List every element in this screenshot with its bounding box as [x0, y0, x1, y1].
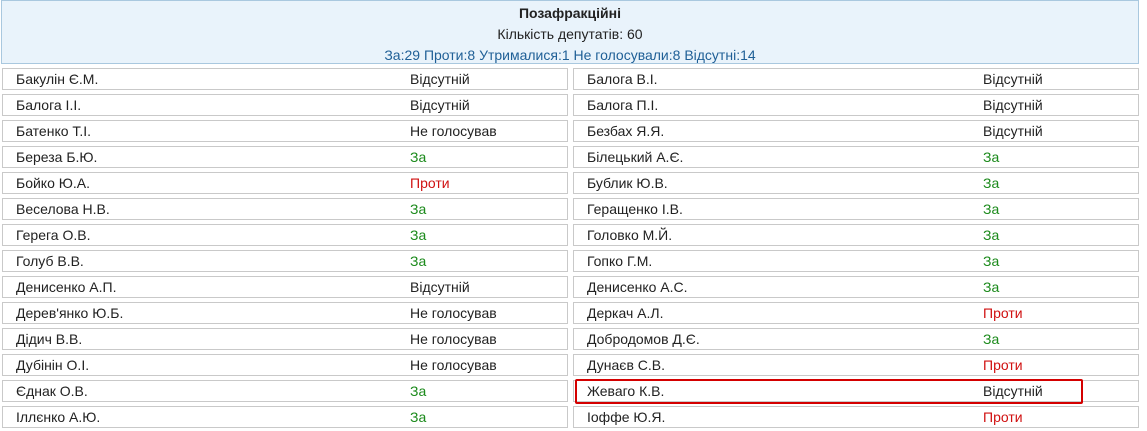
vote-summary: За:29 Проти:8 Утрималися:1 Не голосували…: [384, 47, 756, 63]
vote-status: Відсутній: [410, 71, 470, 87]
faction-title: Позафракційні: [518, 5, 622, 21]
deputy-row: Батенко Т.І. Не голосував: [2, 120, 568, 142]
vote-status: За: [410, 149, 427, 165]
deputy-row: Бублик Ю.В. За: [573, 172, 1139, 194]
deputy-name[interactable]: Герега О.В.: [16, 227, 90, 243]
vote-status: За: [983, 331, 1000, 347]
vote-status: Відсутній: [983, 97, 1043, 113]
vote-status: Не голосував: [410, 331, 497, 347]
deputy-name[interactable]: Батенко Т.І.: [16, 123, 91, 139]
vote-status: Відсутній: [983, 123, 1043, 139]
deputy-row: Береза Б.Ю. За: [2, 146, 568, 168]
deputy-name[interactable]: Денисенко А.С.: [587, 279, 688, 295]
vote-status: Проти: [983, 409, 1023, 425]
deputy-name[interactable]: Дерев'янко Ю.Б.: [16, 305, 123, 321]
deputy-row: Єднак О.В. За: [2, 380, 568, 402]
deputy-row: Дерев'янко Ю.Б. Не голосував: [2, 302, 568, 324]
vote-status: За: [983, 175, 1000, 191]
deputy-name[interactable]: Балога П.І.: [587, 97, 658, 113]
deputy-row: Деркач А.Л. Проти: [573, 302, 1139, 324]
deputy-name[interactable]: Деркач А.Л.: [587, 305, 663, 321]
faction-header: Позафракційні Кількість депутатів: 60 За…: [1, 0, 1139, 64]
vote-status: За: [983, 253, 1000, 269]
deputies-count: Кількість депутатів: 60: [497, 26, 643, 42]
vote-status: Відсутній: [410, 279, 470, 295]
deputy-name[interactable]: Веселова Н.В.: [16, 201, 110, 217]
vote-status: За: [983, 149, 1000, 165]
vote-status: За: [410, 253, 427, 269]
deputy-name[interactable]: Єднак О.В.: [16, 383, 88, 399]
vote-status: Відсутній: [410, 97, 470, 113]
deputy-name[interactable]: Дубінін О.І.: [16, 357, 89, 373]
deputy-row: Веселова Н.В. За: [2, 198, 568, 220]
deputy-name[interactable]: Бойко Ю.А.: [16, 175, 90, 191]
vote-results-page: Позафракційні Кількість депутатів: 60 За…: [0, 0, 1147, 431]
vote-status: За: [410, 227, 427, 243]
vote-status: Не голосував: [410, 123, 497, 139]
deputy-row: Дубінін О.І. Не голосував: [2, 354, 568, 376]
deputy-name[interactable]: Бакулін Є.М.: [16, 71, 98, 87]
deputy-name[interactable]: Добродомов Д.Є.: [587, 331, 700, 347]
deputy-row: Безбах Я.Я. Відсутній: [573, 120, 1139, 142]
deputy-row: Добродомов Д.Є. За: [573, 328, 1139, 350]
deputy-row: Голуб В.В. За: [2, 250, 568, 272]
vote-status: Не голосував: [410, 357, 497, 373]
vote-status: За: [983, 279, 1000, 295]
deputy-row: Гопко Г.М. За: [573, 250, 1139, 272]
left-deputies-list: Бакулін Є.М. Відсутній Балога І.І. Відсутні…: [2, 68, 568, 431]
deputy-name[interactable]: Береза Б.Ю.: [16, 149, 97, 165]
deputy-row: Герега О.В. За: [2, 224, 568, 246]
deputy-row: Головко М.Й. За: [573, 224, 1139, 246]
deputy-name[interactable]: Голуб В.В.: [16, 253, 84, 269]
deputy-name[interactable]: Безбах Я.Я.: [587, 123, 664, 139]
deputy-name[interactable]: Гопко Г.М.: [587, 253, 652, 269]
right-deputies-list: Балога В.І. Відсутній Балога П.І. Відсутній…: [573, 68, 1139, 431]
vote-status: Проти: [410, 175, 450, 191]
vote-status: Проти: [983, 357, 1023, 373]
vote-status: За: [410, 201, 427, 217]
deputy-name[interactable]: Головко М.Й.: [587, 227, 672, 243]
vote-status: Відсутній: [983, 71, 1043, 87]
deputy-name[interactable]: Дідич В.В.: [16, 331, 82, 347]
vote-status: Проти: [983, 305, 1023, 321]
deputy-row: Денисенко А.П. Відсутній: [2, 276, 568, 298]
deputy-row: Бакулін Є.М. Відсутній: [2, 68, 568, 90]
vote-status: Не голосував: [410, 305, 497, 321]
deputy-name[interactable]: Жеваго К.В.: [587, 383, 664, 399]
deputy-row: Білецький А.Є. За: [573, 146, 1139, 168]
deputy-row: Балога І.І. Відсутній: [2, 94, 568, 116]
vote-status: За: [410, 383, 427, 399]
deputy-name[interactable]: Білецький А.Є.: [587, 149, 683, 165]
deputy-name[interactable]: Дунаєв С.В.: [587, 357, 665, 373]
deputy-row: Іллєнко А.Ю. За: [2, 406, 568, 428]
vote-status: За: [983, 201, 1000, 217]
deputy-row: Балога П.І. Відсутній: [573, 94, 1139, 116]
deputy-row: Балога В.І. Відсутній: [573, 68, 1139, 90]
vote-status: За: [983, 227, 1000, 243]
deputy-name[interactable]: Балога В.І.: [587, 71, 658, 87]
deputy-name[interactable]: Бублик Ю.В.: [587, 175, 668, 191]
deputy-row: Геращенко І.В. За: [573, 198, 1139, 220]
deputy-name[interactable]: Денисенко А.П.: [16, 279, 116, 295]
deputy-row: Денисенко А.С. За: [573, 276, 1139, 298]
deputy-name[interactable]: Іллєнко А.Ю.: [16, 409, 100, 425]
deputy-name[interactable]: Геращенко І.В.: [587, 201, 683, 217]
deputy-name[interactable]: Іоффе Ю.Я.: [587, 409, 665, 425]
deputy-row: Бойко Ю.А. Проти: [2, 172, 568, 194]
deputy-row: Дунаєв С.В. Проти: [573, 354, 1139, 376]
deputy-row: Жеваго К.В. Відсутній: [573, 380, 1139, 402]
vote-status: Відсутній: [983, 383, 1043, 399]
vote-status: За: [410, 409, 427, 425]
deputy-row: Дідич В.В. Не голосував: [2, 328, 568, 350]
deputy-row: Іоффе Ю.Я. Проти: [573, 406, 1139, 428]
deputy-name[interactable]: Балога І.І.: [16, 97, 81, 113]
